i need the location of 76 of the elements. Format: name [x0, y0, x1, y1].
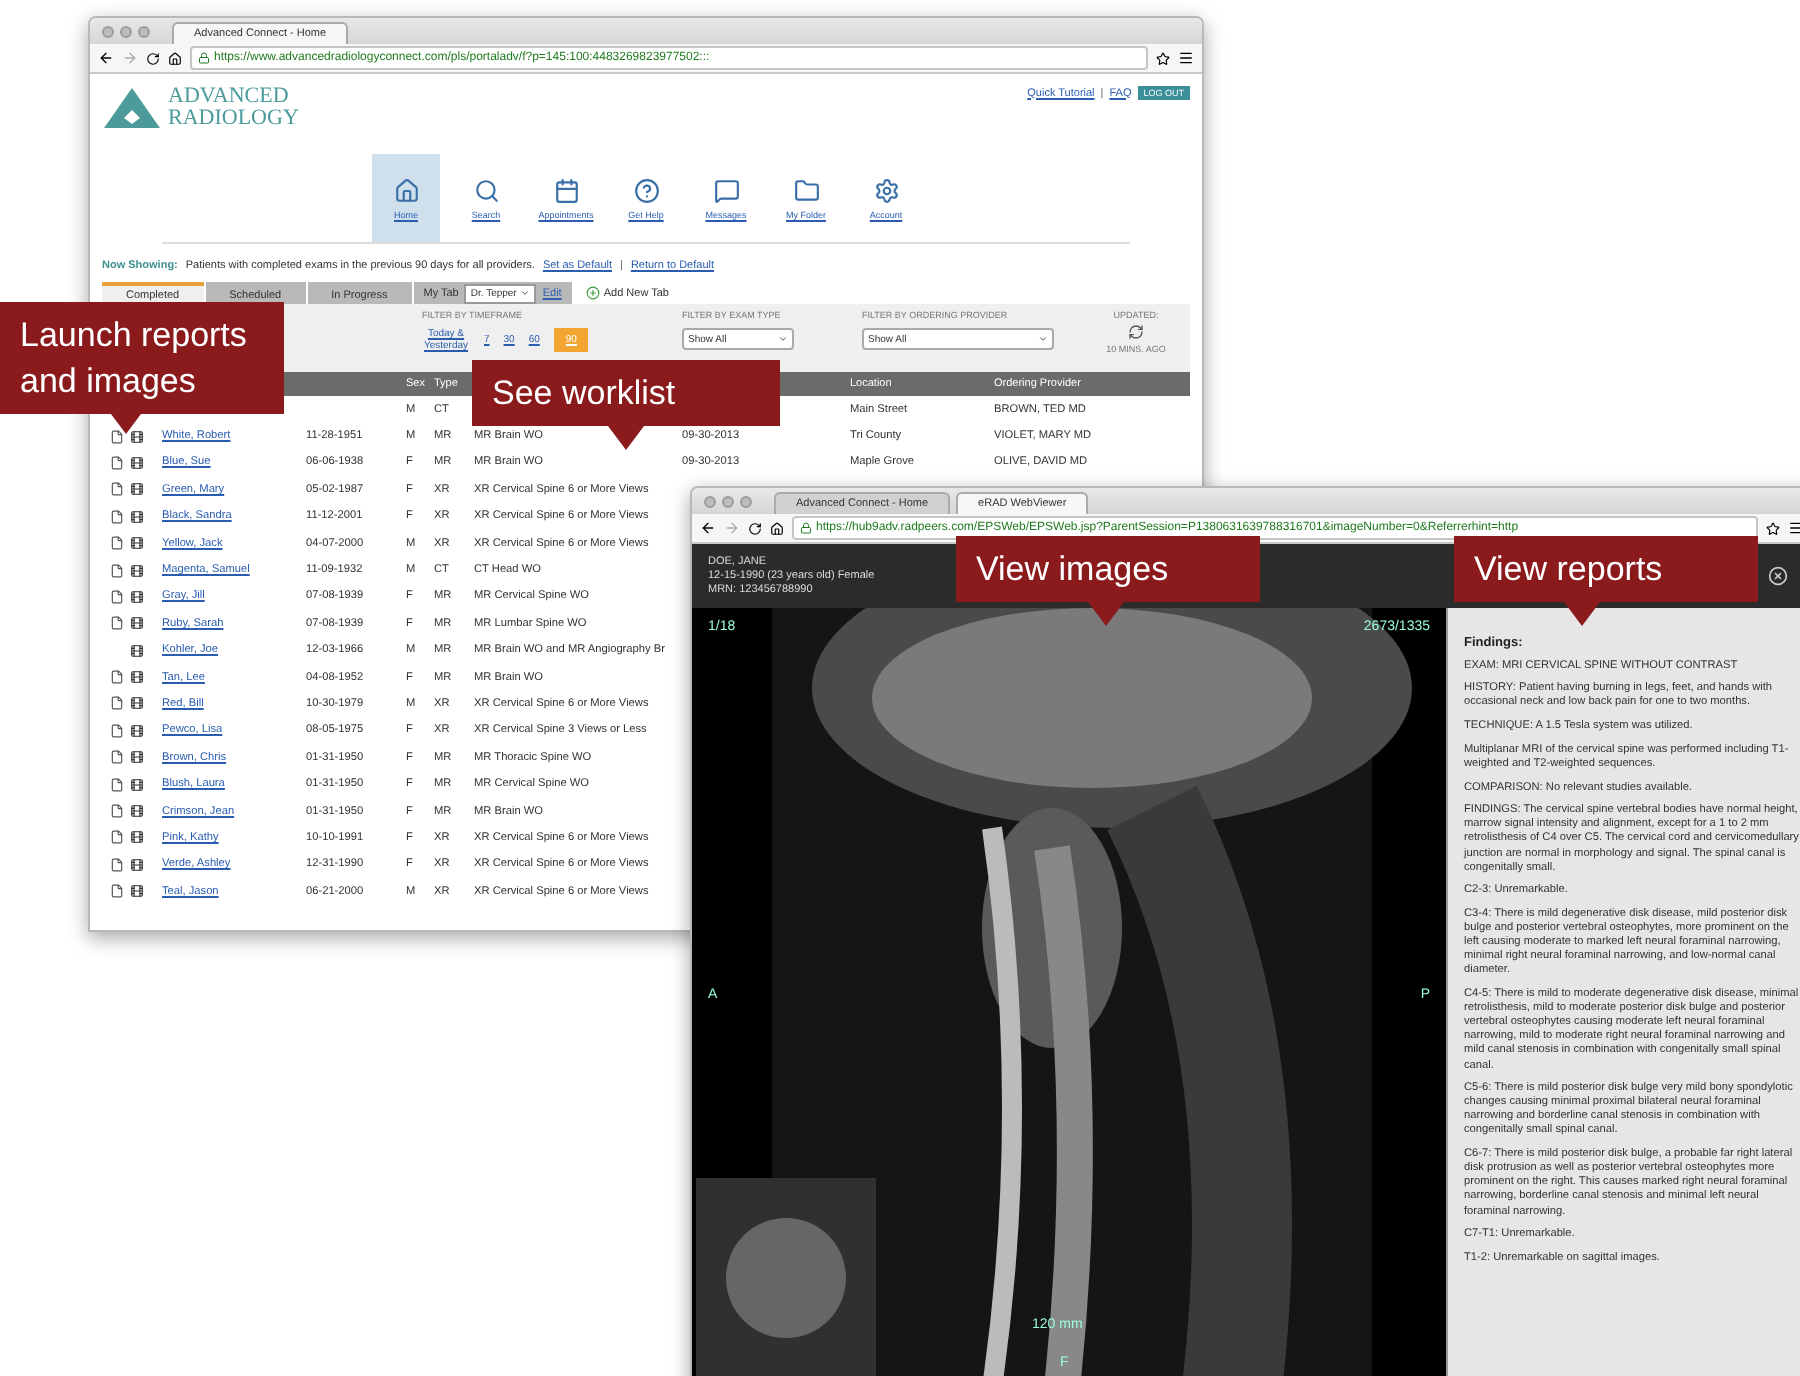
film-icon[interactable] [130, 884, 144, 899]
film-icon[interactable] [130, 857, 144, 872]
window-close-dot[interactable] [102, 25, 114, 37]
menu-icon[interactable] [1788, 520, 1800, 536]
folder-icon [793, 177, 819, 203]
document-icon[interactable] [110, 857, 124, 872]
film-icon[interactable] [130, 589, 144, 604]
house-icon [393, 177, 419, 203]
document-icon[interactable] [110, 830, 124, 845]
film-icon[interactable] [130, 804, 144, 819]
lock-icon [800, 522, 812, 534]
film-icon[interactable] [130, 670, 144, 685]
callout-pointer [108, 410, 144, 434]
callout-pointer [1564, 602, 1600, 626]
back-icon[interactable] [98, 50, 114, 66]
star-icon[interactable] [1156, 51, 1170, 65]
document-icon[interactable] [110, 777, 124, 792]
chat-bubble-icon [713, 177, 739, 203]
plus-icon [585, 286, 600, 300]
document-icon[interactable] [110, 616, 124, 631]
window-minimize-dot[interactable] [120, 25, 132, 37]
film-icon[interactable] [130, 777, 144, 792]
document-icon[interactable] [110, 804, 124, 819]
star-icon[interactable] [1766, 521, 1780, 535]
document-icon[interactable] [110, 482, 124, 497]
film-icon[interactable] [130, 723, 144, 738]
home-icon[interactable] [770, 521, 784, 535]
film-icon[interactable] [130, 830, 144, 845]
document-icon[interactable] [110, 589, 124, 604]
logo-text: ADVANCED RADIOLOGY [168, 86, 299, 130]
chevron-down-icon [1038, 334, 1048, 344]
chevron-down-icon [778, 334, 788, 344]
callout: View images [956, 536, 1260, 602]
home-icon[interactable] [168, 51, 182, 65]
callout: Launch reports and images [0, 302, 284, 414]
film-icon[interactable] [130, 482, 144, 497]
film-icon[interactable] [130, 509, 144, 524]
document-icon[interactable] [110, 723, 124, 738]
document-icon[interactable] [110, 670, 124, 685]
film-icon[interactable] [130, 643, 144, 658]
document-icon[interactable] [110, 429, 124, 444]
calendar-icon [553, 177, 579, 203]
callout: See worklist [472, 360, 780, 426]
question-icon [633, 177, 659, 203]
refresh-icon[interactable] [1128, 324, 1144, 340]
document-icon[interactable] [110, 750, 124, 765]
chevron-down-icon [520, 288, 531, 298]
back-icon[interactable] [700, 520, 716, 536]
menu-icon[interactable] [1178, 50, 1194, 66]
document-icon[interactable] [110, 884, 124, 899]
film-icon[interactable] [130, 429, 144, 444]
window-zoom-dot[interactable] [740, 495, 752, 507]
close-icon[interactable] [1768, 566, 1788, 586]
document-icon[interactable] [110, 509, 124, 524]
film-icon[interactable] [130, 536, 144, 551]
reload-icon[interactable] [146, 51, 160, 65]
callout-pointer [608, 426, 644, 450]
film-icon[interactable] [130, 750, 144, 765]
document-icon[interactable] [110, 455, 124, 470]
settings-icon [873, 177, 899, 203]
document-icon[interactable] [110, 536, 124, 551]
reload-icon[interactable] [748, 521, 762, 535]
triangle-logo-icon [102, 86, 162, 130]
document-icon[interactable] [110, 696, 124, 711]
document-icon[interactable] [110, 563, 124, 578]
film-icon[interactable] [130, 455, 144, 470]
window-close-dot[interactable] [704, 495, 716, 507]
callout: View reports [1454, 536, 1758, 602]
lock-icon [198, 52, 210, 64]
callout-pointer [1088, 602, 1124, 626]
film-icon[interactable] [130, 696, 144, 711]
film-icon[interactable] [130, 616, 144, 631]
window-zoom-dot[interactable] [138, 25, 150, 37]
film-icon[interactable] [130, 563, 144, 578]
window-minimize-dot[interactable] [722, 495, 734, 507]
search-icon [473, 177, 499, 203]
